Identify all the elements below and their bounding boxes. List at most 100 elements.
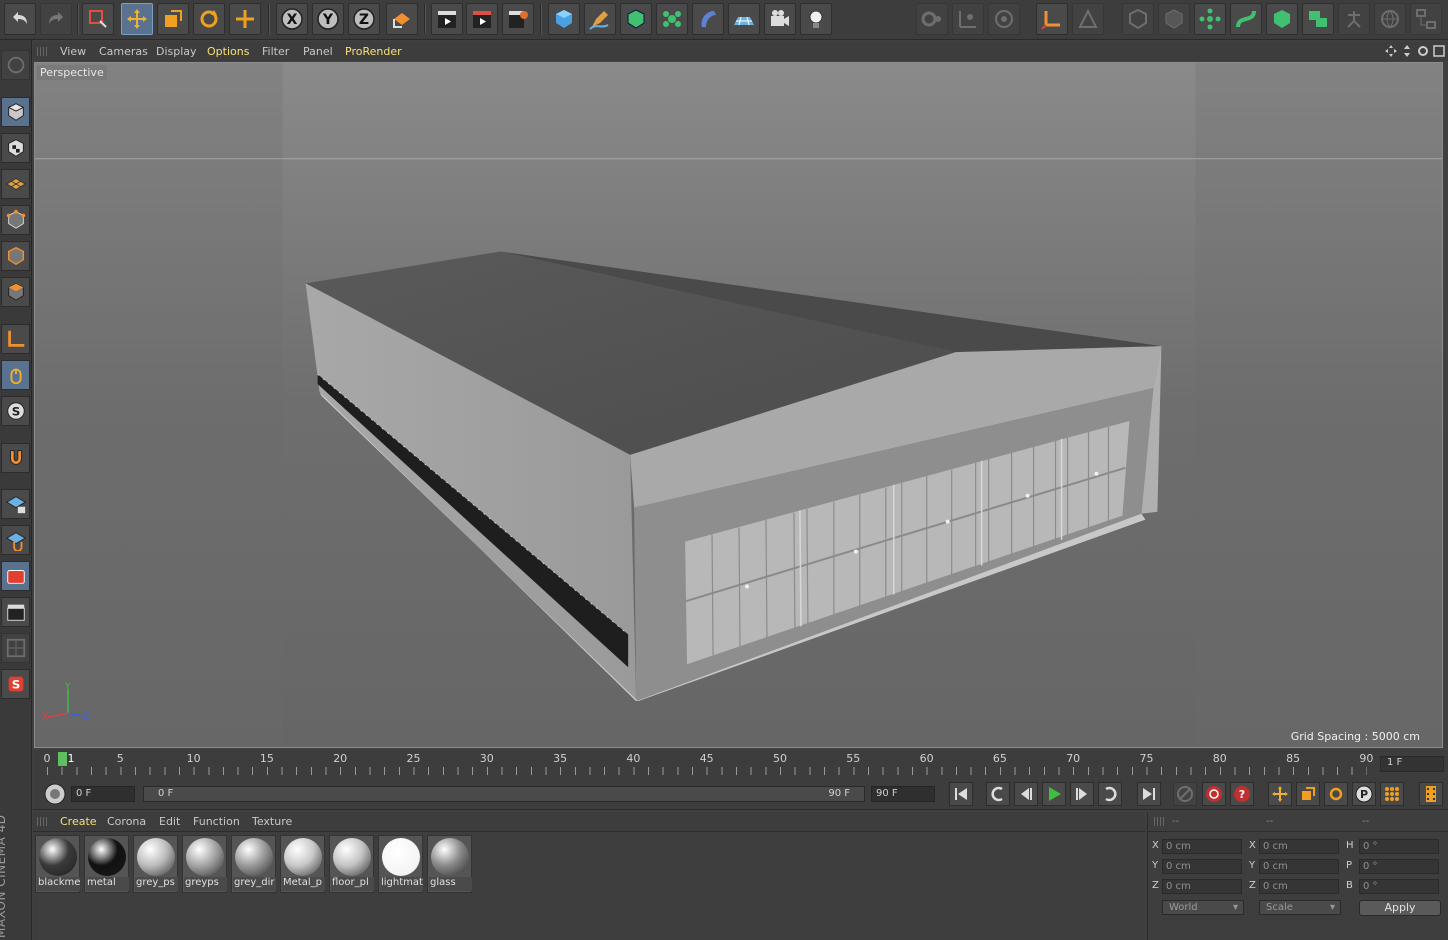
frame-step-field[interactable]: 1 F — [1380, 756, 1444, 772]
current-frame-marker[interactable] — [58, 752, 67, 766]
y-axis-lock-button[interactable]: Y — [312, 3, 344, 35]
sketch-button[interactable]: S — [1, 669, 30, 699]
floor-environment-button[interactable] — [728, 3, 760, 35]
light-button[interactable] — [800, 3, 832, 35]
solo-button[interactable]: S — [1, 396, 30, 426]
axis-tool-button[interactable] — [1, 324, 30, 354]
edges-mode-left-button[interactable] — [1, 241, 30, 271]
panel-grip-icon[interactable] — [37, 47, 47, 56]
deformer-button[interactable] — [692, 3, 724, 35]
menu-create[interactable]: Create — [60, 815, 97, 828]
globe-button[interactable] — [1374, 3, 1406, 35]
grid-snap-button[interactable] — [1, 525, 30, 555]
menu-prorender[interactable]: ProRender — [345, 45, 402, 58]
render-to-picture-viewer-button[interactable] — [466, 3, 498, 35]
position-value-field[interactable]: 0 cm — [1162, 879, 1242, 894]
cloner-button[interactable] — [656, 3, 688, 35]
edges-mode-button[interactable] — [1158, 3, 1190, 35]
size-value-field[interactable]: 0 cm — [1259, 859, 1339, 874]
menu-options[interactable]: Options — [207, 45, 249, 58]
next-key-button[interactable] — [1098, 782, 1122, 806]
make-editable-button[interactable] — [1, 50, 30, 80]
model-mode-left-button[interactable] — [1, 97, 30, 127]
magnet-button[interactable] — [1, 443, 30, 473]
picture-viewer-button[interactable] — [1, 561, 30, 591]
subdivision-surface-button[interactable] — [620, 3, 652, 35]
x-axis-lock-button[interactable]: X — [276, 3, 308, 35]
time-range-slider[interactable]: 0 F 90 F — [143, 786, 865, 802]
key-parameter-button[interactable]: P — [1352, 782, 1376, 806]
timeline-ruler[interactable]: 1 0 5 10 15 20 25 30 35 40 45 50 55 60 65 70 75 80 85 90 1… — [33, 750, 1448, 780]
pen-spline-button[interactable] — [584, 3, 616, 35]
go-to-start-button[interactable] — [949, 782, 973, 806]
character-button[interactable] — [1338, 3, 1370, 35]
menu-corona[interactable]: Corona — [107, 815, 146, 828]
previous-frame-button[interactable] — [1014, 782, 1038, 806]
material-swatch[interactable]: grey_dir — [231, 835, 276, 893]
material-swatch[interactable]: lightmat — [378, 835, 423, 893]
perspective-viewport[interactable]: Y X Z Perspective Grid Spacing : 5000 cm — [34, 62, 1443, 748]
move-tool-button[interactable] — [121, 3, 153, 35]
rotation-value-field[interactable]: 0 ° — [1359, 879, 1439, 894]
render-queue-button[interactable] — [1, 597, 30, 627]
menu-function[interactable]: Function — [193, 815, 240, 828]
menu-filter[interactable]: Filter — [262, 45, 289, 58]
mograph-button[interactable] — [1194, 3, 1226, 35]
size-mode-dropdown[interactable]: Scale ▾ — [1259, 900, 1341, 915]
menu-edit[interactable]: Edit — [159, 815, 180, 828]
material-swatch[interactable]: blackme — [35, 835, 80, 893]
timeline-window-button[interactable] — [1419, 782, 1443, 806]
material-swatch[interactable]: metal — [84, 835, 129, 893]
material-swatch[interactable]: greyps — [182, 835, 227, 893]
generator-button[interactable] — [1266, 3, 1298, 35]
points-mode-left-button[interactable] — [1, 205, 30, 235]
live-selection-button[interactable] — [229, 3, 261, 35]
menu-panel[interactable]: Panel — [303, 45, 333, 58]
instance-button[interactable] — [1302, 3, 1334, 35]
undo-button[interactable] — [4, 3, 36, 35]
coordinate-mode-dropdown[interactable]: World ▾ — [1162, 900, 1244, 915]
end-frame-field[interactable]: 90 F — [871, 786, 935, 802]
camera-button[interactable] — [764, 3, 796, 35]
menu-display[interactable]: Display — [156, 45, 197, 58]
current-frame-field[interactable]: 0 F — [71, 786, 135, 802]
polygons-mode-button[interactable] — [1, 277, 30, 307]
menu-cameras[interactable]: Cameras — [99, 45, 148, 58]
material-swatch[interactable]: Metal_p — [280, 835, 325, 893]
maximize-view-icon[interactable] — [1432, 44, 1446, 58]
texture-mode-button[interactable] — [1, 133, 30, 163]
material-swatch[interactable]: floor_pl — [329, 835, 374, 893]
points-mode-button[interactable] — [1122, 3, 1154, 35]
previous-key-button[interactable] — [986, 782, 1010, 806]
material-swatch[interactable]: glass — [427, 835, 472, 893]
key-rotation-button[interactable] — [1324, 782, 1348, 806]
selection-tool-button[interactable] — [82, 3, 114, 35]
coordinates-panel-grip-icon[interactable] — [1154, 817, 1164, 826]
model-mode-button[interactable] — [1072, 3, 1104, 35]
size-value-field[interactable]: 0 cm — [1259, 879, 1339, 894]
record-disabled-button[interactable] — [1173, 782, 1197, 806]
scale-tool-button[interactable] — [157, 3, 189, 35]
autokeying-button[interactable]: ? — [1230, 782, 1254, 806]
key-scale-button[interactable] — [1296, 782, 1320, 806]
rotation-value-field[interactable]: 0 ° — [1359, 859, 1439, 874]
tweak-mode-button[interactable] — [1, 360, 30, 390]
cube-object-button[interactable] — [548, 3, 580, 35]
rotation-value-field[interactable]: 0 ° — [1359, 839, 1439, 854]
coordinate-system-button[interactable] — [386, 3, 418, 35]
key-pla-button[interactable] — [1380, 782, 1404, 806]
render-view-button[interactable] — [431, 3, 463, 35]
redo-button[interactable] — [40, 3, 72, 35]
camera-label[interactable]: Perspective — [37, 65, 107, 80]
next-frame-button[interactable] — [1070, 782, 1094, 806]
workplane-button[interactable] — [988, 3, 1020, 35]
record-active-keys-button[interactable] — [1202, 782, 1226, 806]
axis-mode-button[interactable] — [1036, 3, 1068, 35]
snap-axis-button[interactable] — [952, 3, 984, 35]
z-axis-lock-button[interactable]: Z — [348, 3, 380, 35]
key-position-button[interactable] — [1268, 782, 1292, 806]
render-settings-button[interactable] — [502, 3, 534, 35]
size-value-field[interactable]: 0 cm — [1259, 839, 1339, 854]
spline-button[interactable] — [1230, 3, 1262, 35]
rotate-view-icon[interactable] — [1416, 44, 1430, 58]
